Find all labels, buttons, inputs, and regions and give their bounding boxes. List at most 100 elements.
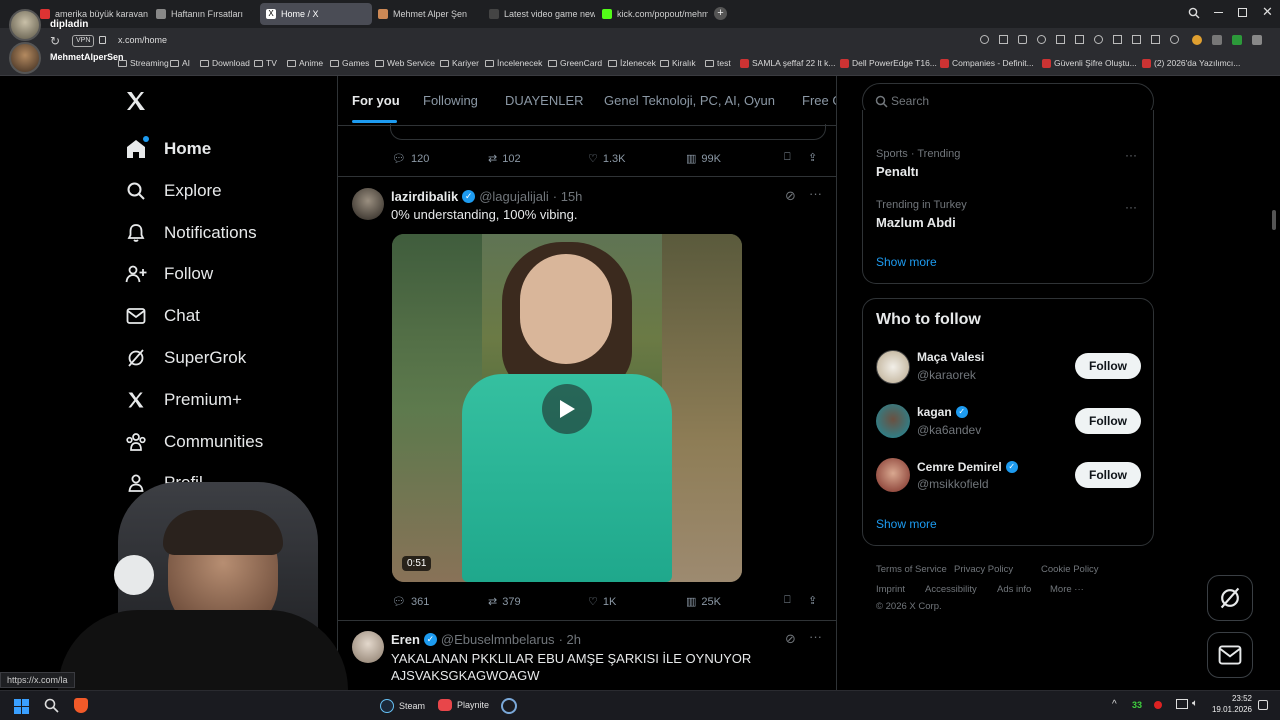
like-button[interactable]: ♡ 1.3K <box>588 152 626 166</box>
new-tab-icon[interactable]: + <box>714 7 727 20</box>
menu-icon[interactable] <box>1151 35 1160 44</box>
extension-icon[interactable] <box>1212 35 1222 45</box>
grok-icon[interactable]: ⊘ <box>785 631 796 647</box>
nav-premium[interactable]: Premium+ <box>124 384 242 416</box>
suggested-user-name[interactable]: Cemre Demirel <box>917 460 1002 474</box>
tray-network-icon[interactable] <box>1176 699 1188 709</box>
follow-button[interactable]: Follow <box>1075 462 1141 488</box>
nav-follow[interactable]: Follow <box>124 258 213 290</box>
bookmark-item[interactable]: Kiralık <box>660 58 696 68</box>
footer-link[interactable]: Ads info <box>997 584 1031 595</box>
bookmark-item[interactable]: test <box>705 58 731 68</box>
nav-communities[interactable]: Communities <box>124 426 263 458</box>
footer-link[interactable]: More ··· <box>1050 584 1084 595</box>
bookmark-icon[interactable]: ⎕ <box>784 151 791 164</box>
play-icon[interactable] <box>1075 35 1084 44</box>
profile-avatar-partial[interactable] <box>114 555 154 595</box>
messages-fab[interactable] <box>1207 632 1253 678</box>
profile-icon[interactable] <box>1170 35 1179 44</box>
nav-home[interactable]: Home <box>124 133 211 165</box>
video-player[interactable]: 0:51 <box>392 234 742 582</box>
trend-title[interactable]: Mazlum Abdi <box>876 215 956 230</box>
trend-more-icon[interactable]: ··· <box>1125 148 1137 162</box>
trend-more-icon[interactable]: ··· <box>1125 200 1137 214</box>
screenshot-icon[interactable] <box>1056 35 1065 44</box>
bookmark-item[interactable]: Anime <box>287 58 323 68</box>
footer-link[interactable]: Cookie Policy <box>1041 564 1099 575</box>
extension-icon[interactable] <box>1192 35 1202 45</box>
history-icon[interactable] <box>1094 35 1103 44</box>
shield-icon[interactable] <box>1037 35 1046 44</box>
bookmark-item[interactable]: İzlenecek <box>608 58 656 68</box>
views-button[interactable]: ▥ 25K <box>686 595 721 609</box>
footer-link[interactable]: Accessibility <box>925 584 977 595</box>
author-name[interactable]: lazirdibalik <box>391 189 458 204</box>
more-options-icon[interactable]: ··· <box>809 629 822 644</box>
close-icon[interactable]: ✕ <box>1262 4 1273 20</box>
reload-icon[interactable]: ↻ <box>50 34 60 48</box>
play-button[interactable] <box>542 384 592 434</box>
bookmark-item[interactable]: Streaming <box>118 58 169 68</box>
taskbar-steam[interactable]: Steam <box>380 699 425 713</box>
avatar[interactable] <box>876 350 910 384</box>
zoom-icon[interactable] <box>980 35 989 44</box>
taskbar-playnite[interactable]: Playnite <box>438 699 489 711</box>
search-icon[interactable] <box>44 698 59 718</box>
share-icon[interactable]: ⇪ <box>808 594 817 607</box>
trends-show-more-link[interactable]: Show more <box>876 255 937 269</box>
bookmark-item[interactable]: Güvenli Şifre Oluştu... <box>1042 58 1137 68</box>
browser-tab[interactable]: Haftanın Fırsatları <box>150 3 260 25</box>
bookmark-item[interactable]: İncelenecek <box>485 58 542 68</box>
author-name[interactable]: Eren <box>391 632 420 647</box>
bookmark-item[interactable]: SAMLA şeffaf 22 lt k... <box>740 58 835 68</box>
browser-tab-active[interactable]: X Home / X <box>260 3 372 25</box>
bookmark-item[interactable]: Web Service <box>375 58 435 68</box>
avatar[interactable] <box>352 188 384 220</box>
avatar[interactable] <box>876 404 910 438</box>
edit-icon[interactable] <box>999 35 1008 44</box>
views-button[interactable]: ▥ 99K <box>686 152 721 166</box>
follow-button[interactable]: Follow <box>1075 408 1141 434</box>
search-tabs-icon[interactable] <box>1188 7 1200 22</box>
bookmark-item[interactable]: Games <box>330 58 369 68</box>
tab-free-games[interactable]: Free G <box>802 93 836 108</box>
windows-start-icon[interactable] <box>14 699 29 714</box>
browser-tab[interactable]: Latest video game news a <box>483 3 595 25</box>
tab-following[interactable]: Following <box>423 93 478 108</box>
tab-genel-teknoloji[interactable]: Genel Teknoloji, PC, AI, Oyun <box>604 93 775 108</box>
bookmark-item[interactable]: Download <box>200 58 250 68</box>
bookmark-item[interactable]: TV <box>254 58 277 68</box>
notification-center-icon[interactable] <box>1258 700 1268 710</box>
repost-button[interactable]: ⇄ 102 <box>488 152 521 166</box>
clock-date[interactable]: 19.01.2026 <box>1210 705 1252 714</box>
tweet-time[interactable]: · 15h <box>553 189 583 204</box>
extension-icon[interactable] <box>1252 35 1262 45</box>
avatar[interactable] <box>876 458 910 492</box>
tray-volume-icon[interactable]: 🔈︎ <box>1192 698 1198 709</box>
x-logo-icon[interactable] <box>124 89 148 118</box>
bookmark-item[interactable]: (2) 2026'da Yazılımcı... <box>1142 58 1240 68</box>
bookmark-item[interactable]: Dell PowerEdge T16... <box>840 58 937 68</box>
nav-supergrok[interactable]: SuperGrok <box>124 342 246 374</box>
share-icon[interactable]: ⇪ <box>808 151 817 164</box>
vpn-badge[interactable]: VPN <box>72 35 95 47</box>
bookmark-item[interactable]: GreenCard <box>548 58 602 68</box>
repost-button[interactable]: ⇄ 379 <box>488 595 521 609</box>
author-handle[interactable]: @Ebuselmnbelarus <box>441 632 555 647</box>
extension-icon[interactable] <box>1232 35 1242 45</box>
tray-badge[interactable]: 33 <box>1132 700 1142 710</box>
suggested-user-name[interactable]: Maça Valesi <box>917 350 984 364</box>
follow-show-more-link[interactable]: Show more <box>876 517 937 531</box>
download-icon[interactable] <box>1132 35 1141 44</box>
brave-browser-icon[interactable] <box>74 698 88 713</box>
grok-fab[interactable] <box>1207 575 1253 621</box>
author-handle[interactable]: @lagujalijali <box>479 189 549 204</box>
settings-gear-icon[interactable] <box>501 698 517 714</box>
grok-icon[interactable]: ⊘ <box>785 188 796 204</box>
trend-title[interactable]: Penaltı <box>876 164 919 179</box>
clock-time[interactable]: 23:52 <box>1212 694 1252 703</box>
bookmark-item[interactable]: AI <box>170 58 190 68</box>
url-field[interactable]: x.com/home <box>118 35 167 45</box>
like-button[interactable]: ♡ 1K <box>588 595 616 609</box>
suggested-user-name[interactable]: kagan <box>917 405 952 419</box>
